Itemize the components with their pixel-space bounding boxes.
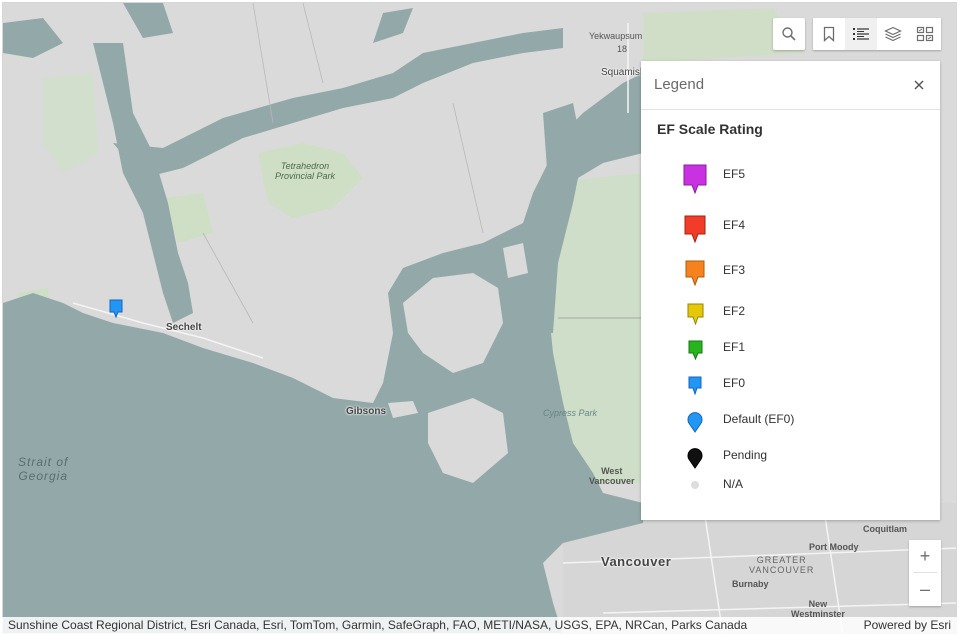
legend-button[interactable] xyxy=(845,18,877,50)
label-highway-18: 18 xyxy=(617,44,628,54)
legend-item-ef1: EF1 xyxy=(641,339,940,369)
legend-item-na: N/A xyxy=(641,476,940,506)
zoom-control: + – xyxy=(909,540,941,606)
attribution-sources: Sunshine Coast Regional District, Esri C… xyxy=(8,618,748,632)
label-strait-of-georgia: Strait of Georgia xyxy=(18,455,69,483)
search-button[interactable] xyxy=(773,18,805,50)
legend-title: Legend xyxy=(654,76,705,93)
bookmark-icon xyxy=(823,26,835,42)
legend-item-ef3: EF3 xyxy=(641,259,940,289)
marker-ef0-icon xyxy=(109,299,123,319)
legend-layer-title: EF Scale Rating xyxy=(657,121,763,137)
legend-list-icon xyxy=(853,28,869,40)
legend-label: EF4 xyxy=(723,218,746,232)
legend-item-default-ef0: Default (EF0) xyxy=(641,410,940,440)
layer-list-button[interactable] xyxy=(877,18,909,50)
label-cypress-park: Cypress Park xyxy=(543,408,598,418)
legend-item-pending: Pending xyxy=(641,446,940,476)
search-icon xyxy=(782,27,796,41)
widget-toolbar xyxy=(813,18,941,50)
legend-label: EF1 xyxy=(723,340,746,354)
powered-by-esri-link[interactable]: Powered by Esri xyxy=(864,618,951,632)
pin-default-icon xyxy=(687,412,703,433)
legend-label: EF2 xyxy=(723,304,746,318)
legend-label: Default (EF0) xyxy=(723,412,795,426)
legend-item-ef0: EF0 xyxy=(641,375,940,405)
label-yekwaupsum: Yekwaupsum xyxy=(589,31,643,41)
legend-item-ef4: EF4 xyxy=(641,213,940,243)
attribution-bar[interactable]: Sunshine Coast Regional District, Esri C… xyxy=(2,617,957,634)
label-squamish: Squamish xyxy=(601,67,646,78)
label-port-moody: Port Moody xyxy=(809,542,859,552)
dot-na-icon xyxy=(691,481,699,489)
legend-item-ef5: EF5 xyxy=(641,162,940,194)
legend-item-ef2: EF2 xyxy=(641,302,940,332)
legend-label: N/A xyxy=(723,477,744,491)
marker-ef3-icon xyxy=(685,260,705,286)
close-icon xyxy=(914,80,924,90)
marker-ef2-icon xyxy=(687,303,703,325)
label-vancouver: Vancouver xyxy=(601,554,672,569)
legend-header: Legend xyxy=(641,61,940,110)
legend-label: EF0 xyxy=(723,376,746,390)
marker-ef1-icon xyxy=(688,340,702,360)
zoom-in-button[interactable]: + xyxy=(909,540,941,572)
layers-icon xyxy=(884,26,902,42)
basemap-gallery-button[interactable] xyxy=(909,18,941,50)
label-gibsons: Gibsons xyxy=(346,406,387,417)
marker-ef4-icon xyxy=(684,215,706,243)
bookmarks-button[interactable] xyxy=(813,18,845,50)
label-burnaby: Burnaby xyxy=(732,579,769,589)
marker-ef5-icon xyxy=(683,164,707,194)
tornado-marker[interactable] xyxy=(109,299,123,324)
legend-close-button[interactable] xyxy=(910,76,928,94)
label-tetrahedron-park: Tetrahedron Provincial Park xyxy=(275,161,336,181)
legend-label: EF3 xyxy=(723,263,746,277)
pin-pending-icon xyxy=(687,448,703,469)
label-west-vancouver: West Vancouver xyxy=(589,466,635,486)
label-new-westminster: New Westminster xyxy=(791,599,845,619)
zoom-out-button[interactable]: – xyxy=(909,573,941,605)
marker-ef0-icon xyxy=(688,376,702,395)
label-coquitlam: Coquitlam xyxy=(863,524,907,534)
basemap-gallery-icon xyxy=(916,26,934,42)
label-greater-vancouver: GREATER VANCOUVER xyxy=(749,555,815,575)
legend-label: EF5 xyxy=(723,167,746,181)
label-sechelt: Sechelt xyxy=(166,322,202,333)
legend-label: Pending xyxy=(723,448,768,462)
legend-panel: Legend EF Scale Rating EF5 EF4 EF3 EF2 E… xyxy=(641,61,940,520)
